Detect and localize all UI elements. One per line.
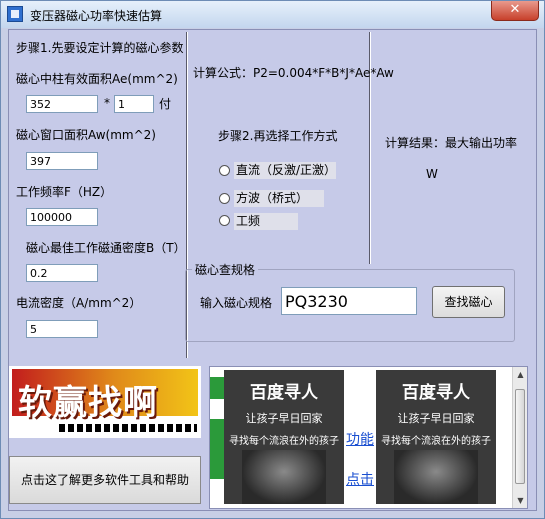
close-button[interactable]: ✕ xyxy=(491,1,539,21)
core-count-unit: 付 xyxy=(159,97,172,111)
child-photo xyxy=(242,450,326,504)
ad-panel[interactable]: 功能 点击 百度寻人 让孩子早日回家 寻找每个流浪在外的孩子 百度寻人 让孩子早… xyxy=(209,366,528,509)
radio-square-wave[interactable] xyxy=(219,193,230,204)
ae-input[interactable] xyxy=(26,95,98,113)
current-density-input[interactable] xyxy=(26,320,98,338)
logo-banner: 软赢找啊 xyxy=(12,369,198,423)
option-square-wave-label[interactable]: 方波（桥式） xyxy=(234,190,324,207)
multiply-sign: * xyxy=(104,96,110,110)
ad-card[interactable]: 百度寻人 让孩子早日回家 寻找每个流浪在外的孩子 xyxy=(224,370,344,504)
help-button[interactable]: 点击这了解更多软件工具和帮助 xyxy=(9,456,201,504)
core-count-input[interactable] xyxy=(114,95,154,113)
brand-logo[interactable]: 软赢找啊 xyxy=(9,366,201,438)
ad-green-block xyxy=(210,377,224,399)
core-spec-input[interactable] xyxy=(281,287,417,315)
ae-label: 磁心中柱有效面积Ae(mm^2) xyxy=(16,72,178,86)
ad-card-line2: 寻找每个流浪在外的孩子 xyxy=(229,436,339,447)
app-window: 变压器磁心功率快速估算 ✕ 步骤1.先要设定计算的磁心参数 磁心中柱有效面积Ae… xyxy=(0,0,545,519)
core-lookup-group: 磁心查规格 输入磁心规格 查找磁心 xyxy=(185,261,515,342)
ad-green-block xyxy=(210,419,224,479)
ad-scrollbar[interactable]: ▲ ▼ xyxy=(512,367,527,508)
aw-input[interactable] xyxy=(26,152,98,170)
child-photo xyxy=(394,450,478,504)
option-power-frequency-label[interactable]: 工频 xyxy=(234,213,298,230)
title-bar[interactable]: 变压器磁心功率快速估算 ✕ xyxy=(1,1,544,28)
ad-link-click[interactable]: 点击 xyxy=(346,469,374,489)
flux-input[interactable] xyxy=(26,264,98,282)
ad-link-features[interactable]: 功能 xyxy=(346,429,374,449)
ad-card-line1: 让孩子早日回家 xyxy=(245,412,323,425)
freq-label: 工作频率F（HZ） xyxy=(16,185,113,199)
step1-heading: 步骤1.先要设定计算的磁心参数 xyxy=(16,41,184,55)
freq-input[interactable] xyxy=(26,208,98,226)
aw-label: 磁心窗口面积Aw(mm^2) xyxy=(16,128,156,142)
result-label: 计算结果：最大输出功率 xyxy=(385,136,518,150)
ad-card-line1: 让孩子早日回家 xyxy=(397,412,475,425)
radio-power-frequency[interactable] xyxy=(219,215,230,226)
flux-label: 磁心最佳工作磁通密度B（T） xyxy=(26,241,186,255)
option-dc-label[interactable]: 直流（反激/正激） xyxy=(234,162,337,179)
app-icon xyxy=(7,6,23,22)
result-unit: W xyxy=(426,167,438,181)
ad-card-title: 百度寻人 xyxy=(250,383,318,403)
scroll-down-icon[interactable]: ▼ xyxy=(513,493,527,508)
ad-card-line2: 寻找每个流浪在外的孩子 xyxy=(381,436,491,447)
scroll-up-icon[interactable]: ▲ xyxy=(513,367,527,382)
core-lookup-legend: 磁心查规格 xyxy=(192,261,259,278)
ad-content: 功能 点击 百度寻人 让孩子早日回家 寻找每个流浪在外的孩子 百度寻人 让孩子早… xyxy=(210,367,512,508)
logo-stripes xyxy=(59,424,197,432)
formula-text: 计算公式：P2=0.004*F*B*J*Ae*Aw xyxy=(193,66,394,80)
logo-text: 软赢找啊 xyxy=(18,383,158,423)
radio-dc[interactable] xyxy=(219,165,230,176)
ad-card[interactable]: 百度寻人 让孩子早日回家 寻找每个流浪在外的孩子 xyxy=(376,370,496,504)
find-core-button[interactable]: 查找磁心 xyxy=(432,286,505,318)
window-title: 变压器磁心功率快速估算 xyxy=(30,9,163,23)
step2-heading: 步骤2.再选择工作方式 xyxy=(218,129,338,143)
scroll-thumb[interactable] xyxy=(515,389,525,484)
core-spec-label: 输入磁心规格 xyxy=(200,296,273,310)
current-density-label: 电流密度（A/mm^2） xyxy=(16,296,142,310)
ad-card-title: 百度寻人 xyxy=(402,383,470,403)
